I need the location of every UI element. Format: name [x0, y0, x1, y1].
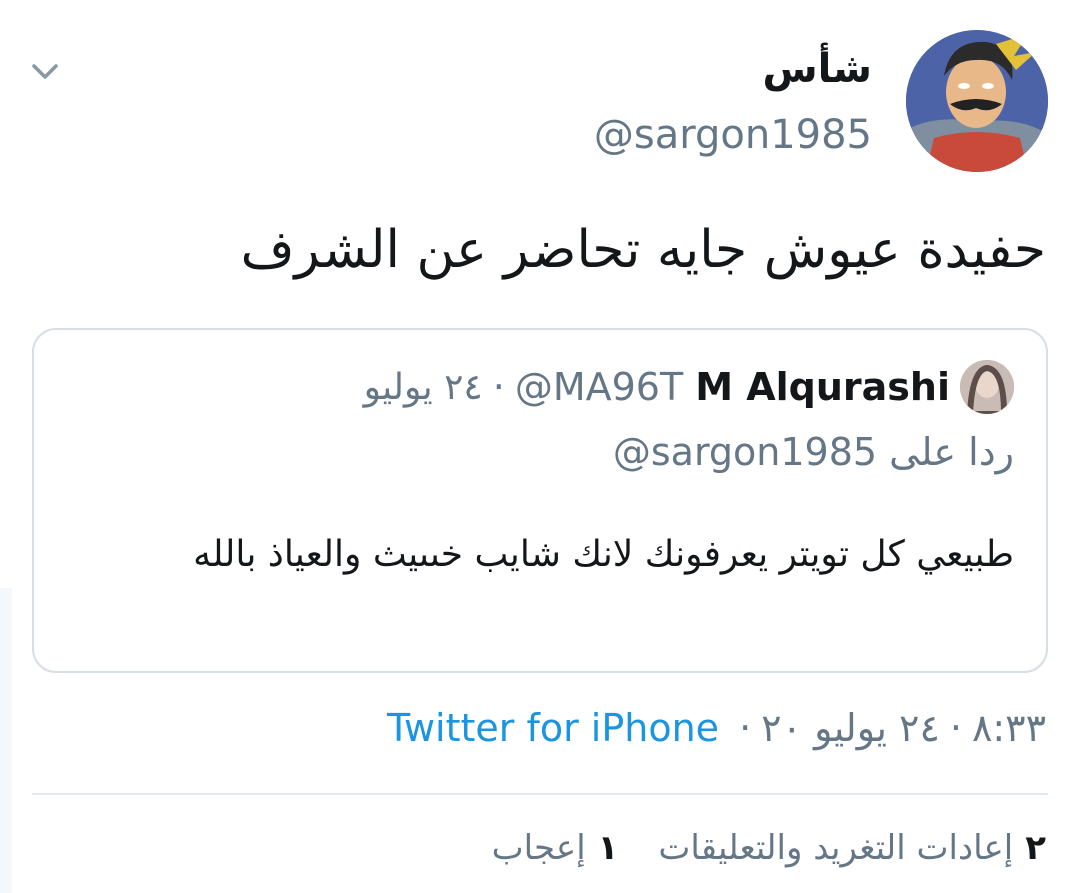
tweet-time: ٨:٣٣: [971, 706, 1046, 750]
reply-prefix: ردا على: [889, 430, 1014, 474]
retweets-stat[interactable]: ٢ إعادات التغريد والتعليقات: [658, 828, 1046, 868]
tweet-stats: ٢ إعادات التغريد والتعليقات ١ إعجاب: [452, 828, 1046, 868]
retweets-label: إعادات التغريد والتعليقات: [658, 828, 1014, 868]
quoted-author-handle[interactable]: @MA96T: [515, 365, 683, 409]
quoted-tweet-card[interactable]: M Alqurashi @MA96T · ٢٤ يوليو ردا على @s…: [32, 328, 1048, 673]
tweet-detail-view: شأس @sargon1985 حفيدة عيوش جايه تحاضر عن…: [0, 0, 1080, 893]
likes-count: ١: [597, 828, 619, 868]
tweet-source-link[interactable]: Twitter for iPhone: [387, 706, 719, 750]
tweet-text: حفيدة عيوش جايه تحاضر عن الشرف: [240, 220, 1046, 280]
meta-separator: ·: [949, 706, 962, 750]
quoted-tweet-header: M Alqurashi @MA96T · ٢٤ يوليو: [364, 360, 1014, 414]
reply-handle[interactable]: @sargon1985: [613, 430, 877, 474]
meta-separator-2: ·: [739, 706, 752, 750]
reply-to-line: ردا على @sargon1985: [613, 430, 1014, 474]
chevron-down-icon: [32, 64, 58, 79]
quoted-avatar-photo: [960, 360, 1014, 414]
left-edge-strip: [0, 588, 12, 893]
quoted-tweet-date: ٢٤ يوليو: [363, 366, 483, 408]
quoted-author-avatar: [960, 360, 1014, 414]
likes-label: إعجاب: [491, 828, 586, 868]
more-options-button[interactable]: [28, 54, 62, 88]
author-handle[interactable]: @sargon1985: [594, 112, 872, 158]
quoted-author-name[interactable]: M Alqurashi: [695, 365, 950, 409]
tweet-date: ٢٤ يوليو ٢٠: [761, 706, 940, 750]
quoted-separator: ·: [492, 365, 505, 409]
retweets-count: ٢: [1025, 828, 1046, 868]
tweet-meta: ٨:٣٣ · ٢٤ يوليو ٢٠ · Twitter for iPhone: [387, 706, 1046, 750]
quoted-tweet-text: طبيعي كل تويتر يعرفونك لانك شايب خىىيث و…: [193, 534, 1014, 575]
author-display-name[interactable]: شأس: [762, 46, 872, 92]
divider: [32, 793, 1048, 795]
likes-stat[interactable]: ١ إعجاب: [492, 828, 619, 868]
author-avatar[interactable]: [906, 30, 1048, 172]
avatar-illustration: [906, 30, 1048, 172]
